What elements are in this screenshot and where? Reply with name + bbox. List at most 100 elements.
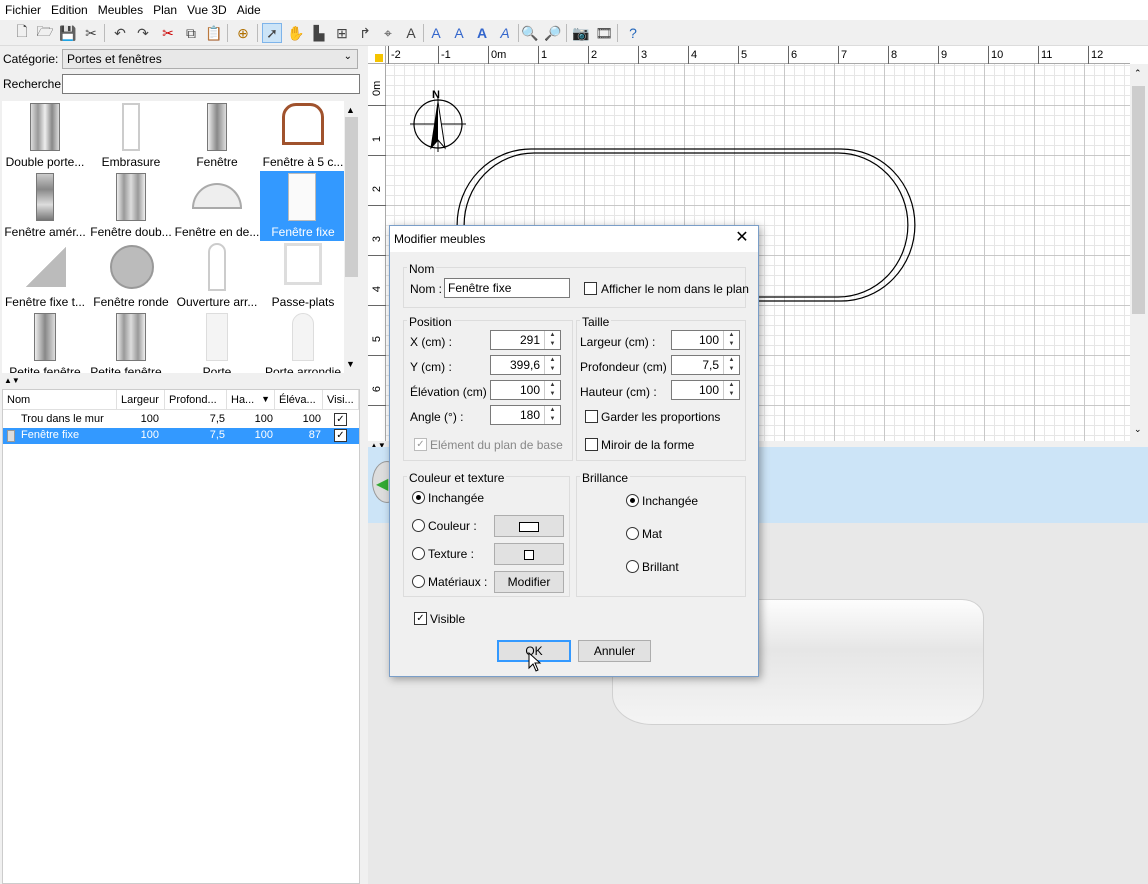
catalog-item[interactable]: Fenêtre [174,101,260,171]
redo-icon[interactable]: ↷ [133,23,153,43]
spinner-arrows-icon[interactable]: ▲ ▼ [544,406,560,424]
height-spinner[interactable]: 100 ▲ ▼ [671,380,740,400]
unchanged-color-radio[interactable] [412,491,425,504]
matte-radio[interactable] [626,527,639,540]
zoom-in-icon[interactable]: 🔍 [520,23,540,43]
copy-icon[interactable]: ⧉ [181,23,201,43]
col-elevation[interactable]: Éléva... [275,390,323,410]
mirror-checkbox[interactable] [585,438,598,451]
catalog-item[interactable]: Fenêtre ronde [88,241,174,311]
create-dimensions-icon[interactable]: ⌖ [378,23,398,43]
scroll-down-icon[interactable]: ⌄ [1134,424,1142,435]
spinner-arrows-icon[interactable]: ▲ ▼ [544,331,560,349]
modify-materials-button[interactable]: Modifier [494,571,564,593]
italic-icon[interactable]: A [495,23,515,43]
col-profondeur[interactable]: Profond... [165,390,227,410]
close-icon[interactable]: ✕ [732,228,752,248]
table-row-selected[interactable]: Fenêtre fixe 100 7,5 100 87 ✓ [3,428,359,444]
color-radio[interactable] [412,519,425,532]
create-walls-icon[interactable]: ▙ [309,23,329,43]
category-select[interactable]: Portes et fenêtres ⌄ [62,49,358,69]
row-visible-checkbox[interactable]: ✓ [334,429,347,442]
video-icon[interactable]: 🎞 [594,23,614,43]
create-polylines-icon[interactable]: ↱ [355,23,375,43]
undo-icon[interactable]: ↶ [110,23,130,43]
catalog-item[interactable]: Double porte... [2,101,88,171]
texture-radio[interactable] [412,547,425,560]
col-nom[interactable]: Nom [3,390,117,410]
spinner-arrows-icon[interactable]: ▲ ▼ [723,381,739,399]
keep-proportions-checkbox[interactable] [585,410,598,423]
col-visible[interactable]: Visi... [323,390,359,410]
preferences-icon[interactable]: ✂ [81,23,101,43]
scroll-thumb[interactable] [345,117,358,277]
text-increase-icon[interactable]: A [449,23,469,43]
zoom-out-icon[interactable]: 🔎 [543,23,563,43]
angle-spinner[interactable]: 180 ▲ ▼ [490,405,561,425]
visible-checkbox[interactable]: ✓ [414,612,427,625]
x-spinner[interactable]: 291 ▲ ▼ [490,330,561,350]
table-row[interactable]: Trou dans le mur 100 7,5 100 100 ✓ [3,412,359,428]
add-text-icon[interactable]: A [401,23,421,43]
catalog-item[interactable]: Passe-plats [260,241,344,311]
catalog-item[interactable]: Petite fenêtre [2,311,88,373]
bold-icon[interactable]: A [472,23,492,43]
menu-aide[interactable]: Aide [232,3,266,17]
catalog-item[interactable]: Porte arrondie [260,311,344,373]
col-largeur[interactable]: Largeur [117,390,165,410]
catalog-item[interactable]: Fenêtre amér... [2,171,88,241]
spinner-arrows-icon[interactable]: ▲ ▼ [544,356,560,374]
name-input[interactable]: Fenêtre fixe [444,278,570,298]
texture-button[interactable] [494,543,564,565]
catalog-item[interactable]: Embrasure [88,101,174,171]
catalog-item[interactable]: Fenêtre doub... [88,171,174,241]
help-icon[interactable]: ? [623,23,643,43]
catalog-item[interactable]: Fenêtre fixe t... [2,241,88,311]
compass-icon[interactable] [410,96,466,152]
search-input[interactable] [62,74,360,94]
row-visible-checkbox[interactable]: ✓ [334,413,347,426]
scroll-thumb[interactable] [1132,86,1145,314]
paste-icon[interactable]: 📋 [204,23,224,43]
pan-mode-icon[interactable]: ✋ [286,23,306,43]
col-hauteur[interactable]: Ha... ▼ [227,390,275,410]
lock-icon[interactable] [375,54,383,62]
show-name-checkbox[interactable] [584,282,597,295]
spinner-arrows-icon[interactable]: ▲ ▼ [544,381,560,399]
menu-edition[interactable]: Edition [46,3,93,17]
materials-radio[interactable] [412,575,425,588]
menu-fichier[interactable]: Fichier [0,3,46,17]
depth-spinner[interactable]: 7,5 ▲ ▼ [671,355,740,375]
y-spinner[interactable]: 399,6 ▲ ▼ [490,355,561,375]
catalog-item[interactable]: Porte [174,311,260,373]
elevation-spinner[interactable]: 100 ▲ ▼ [490,380,561,400]
menu-vue3d[interactable]: Vue 3D [182,3,232,17]
base-plan-checkbox[interactable]: ✓ [414,438,427,451]
new-file-icon[interactable]: 🗋 [12,23,32,43]
add-furniture-icon[interactable]: ⊕ [233,23,253,43]
open-file-icon[interactable]: 🗁 [35,23,55,43]
catalog-item-selected[interactable]: Fenêtre fixe [260,171,344,241]
menu-meubles[interactable]: Meubles [93,3,148,17]
scroll-up-icon[interactable]: ⌃ [1134,68,1142,79]
cut-icon[interactable]: ✂ [158,23,178,43]
photo-icon[interactable]: 📷 [571,23,591,43]
catalog-scrollbar[interactable]: ▲ ▼ [344,101,359,373]
select-mode-icon[interactable]: ➚ [262,23,282,43]
menu-plan[interactable]: Plan [148,3,182,17]
catalog-item[interactable]: Ouverture arr... [174,241,260,311]
spinner-arrows-icon[interactable]: ▲ ▼ [723,331,739,349]
cancel-button[interactable]: Annuler [578,640,651,662]
arrow-left-icon[interactable]: ◀ [376,474,388,494]
plan-scrollbar[interactable]: ⌃ ⌄ [1130,64,1148,441]
shiny-radio[interactable] [626,560,639,573]
shine-unchanged-radio[interactable] [626,494,639,507]
scroll-down-icon[interactable]: ▼ [346,359,355,369]
splitter-arrows-icon[interactable]: ▲▼ [4,376,20,385]
scroll-up-icon[interactable]: ▲ [346,105,355,115]
catalog-item[interactable]: Fenêtre à 5 c... [260,101,344,171]
create-rooms-icon[interactable]: ⊞ [332,23,352,43]
spinner-arrows-icon[interactable]: ▲ ▼ [723,356,739,374]
color-button[interactable] [494,515,564,537]
width-spinner[interactable]: 100 ▲ ▼ [671,330,740,350]
